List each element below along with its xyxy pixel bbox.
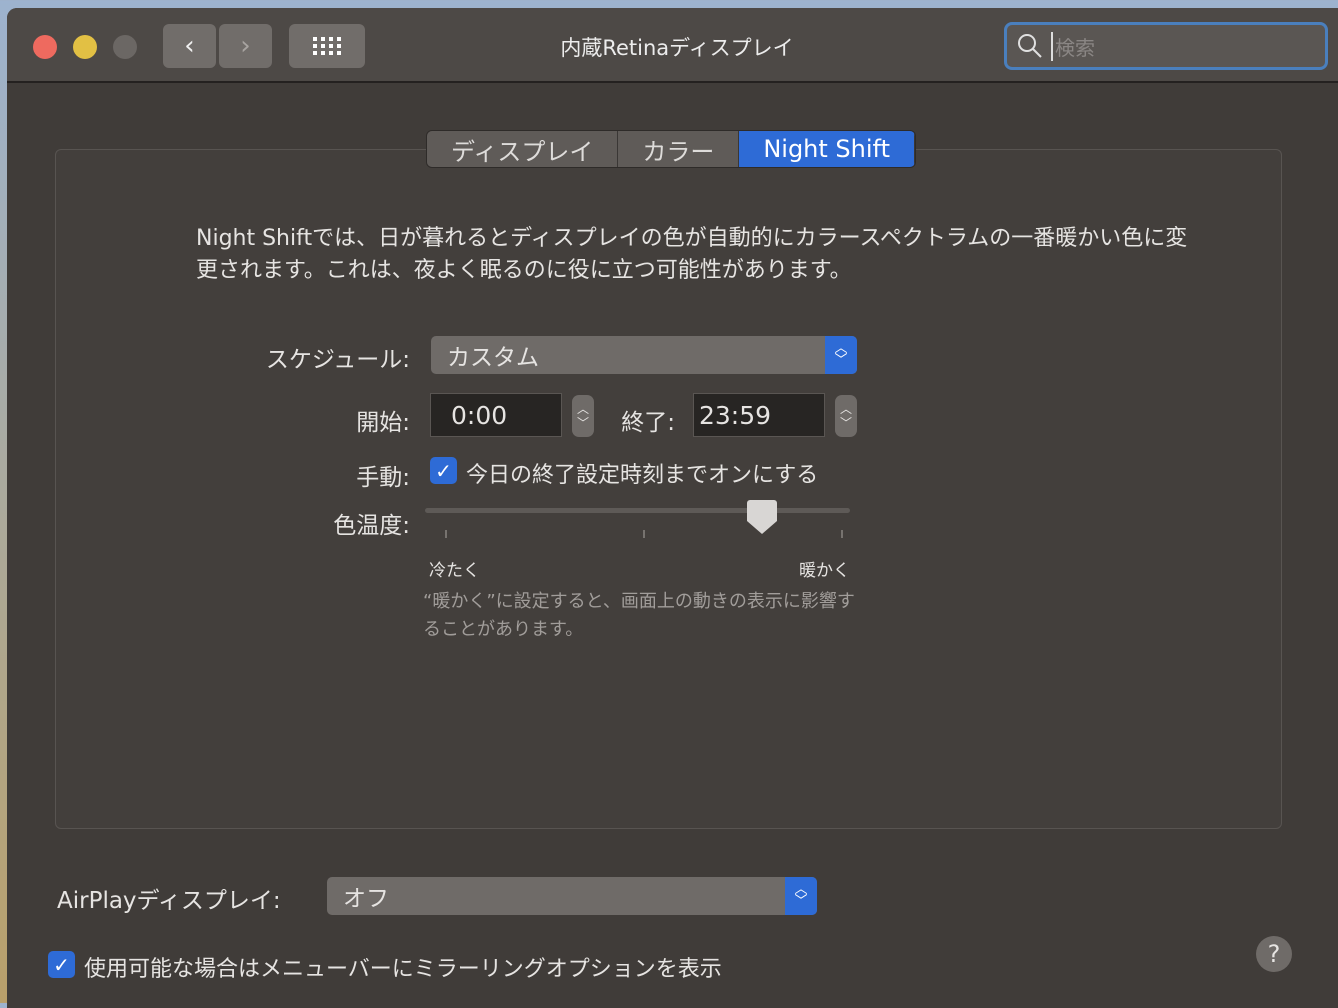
start-time-stepper[interactable]: ︿ ﹀ <box>572 395 594 437</box>
temperature-slider-thumb[interactable] <box>747 500 778 534</box>
cool-label: 冷たく <box>429 561 480 581</box>
airplay-label: AirPlayディスプレイ: <box>57 888 281 914</box>
slider-tick <box>643 530 645 538</box>
search-placeholder: 検索 <box>1051 31 1095 61</box>
tab-color[interactable]: カラー <box>618 131 740 167</box>
end-label: 終了: <box>621 410 675 436</box>
search-icon <box>1018 34 1042 58</box>
help-button[interactable]: ? <box>1256 936 1292 972</box>
tab-display[interactable]: ディスプレイ <box>427 131 619 167</box>
manual-checkbox[interactable]: ✓ <box>430 457 457 484</box>
search-input[interactable]: 検索 <box>1004 22 1328 70</box>
mirroring-checkbox[interactable]: ✓ <box>48 951 75 978</box>
end-time-stepper[interactable]: ︿ ﹀ <box>835 395 857 437</box>
schedule-popup[interactable]: カスタム ︿ ﹀ <box>431 336 857 374</box>
title-bar: ‹ › 内蔵Retinaディスプレイ 検索 <box>7 8 1338 83</box>
temperature-label: 色温度: <box>333 513 410 539</box>
tab-bar: ディスプレイ カラー Night Shift <box>426 130 916 168</box>
chevron-up-down-icon: ︿ ﹀ <box>825 336 857 374</box>
tab-night-shift[interactable]: Night Shift <box>739 131 915 167</box>
checkmark-icon: ✓ <box>53 952 70 977</box>
slider-tick <box>445 530 447 538</box>
description: Night Shiftでは、日が暮れるとディスプレイの色が自動的にカラースペクト… <box>196 226 1188 283</box>
chevron-up-down-icon: ︿ ﹀ <box>785 877 817 915</box>
start-time-field[interactable]: 0:00 <box>430 393 562 437</box>
warm-label: 暖かく <box>799 561 850 581</box>
schedule-value: カスタム <box>447 345 539 371</box>
slider-tick <box>841 530 843 538</box>
schedule-label: スケジュール: <box>265 347 410 373</box>
start-label: 開始: <box>356 410 410 436</box>
manual-checkbox-label: 今日の終了設定時刻までオンにする <box>466 463 819 488</box>
airplay-popup[interactable]: オフ ︿ ﹀ <box>327 877 817 915</box>
manual-label: 手動: <box>356 465 410 491</box>
warm-note: “暖かく”に設定すると、画面上の動きの表示に影響することがあります。 <box>423 591 855 640</box>
temperature-slider-track[interactable] <box>425 508 850 513</box>
end-time-field[interactable]: 23:59 <box>693 393 825 437</box>
airplay-value: オフ <box>343 886 389 912</box>
checkmark-icon: ✓ <box>435 458 452 483</box>
mirroring-label: 使用可能な場合はメニューバーにミラーリングオプションを表示 <box>84 957 722 982</box>
